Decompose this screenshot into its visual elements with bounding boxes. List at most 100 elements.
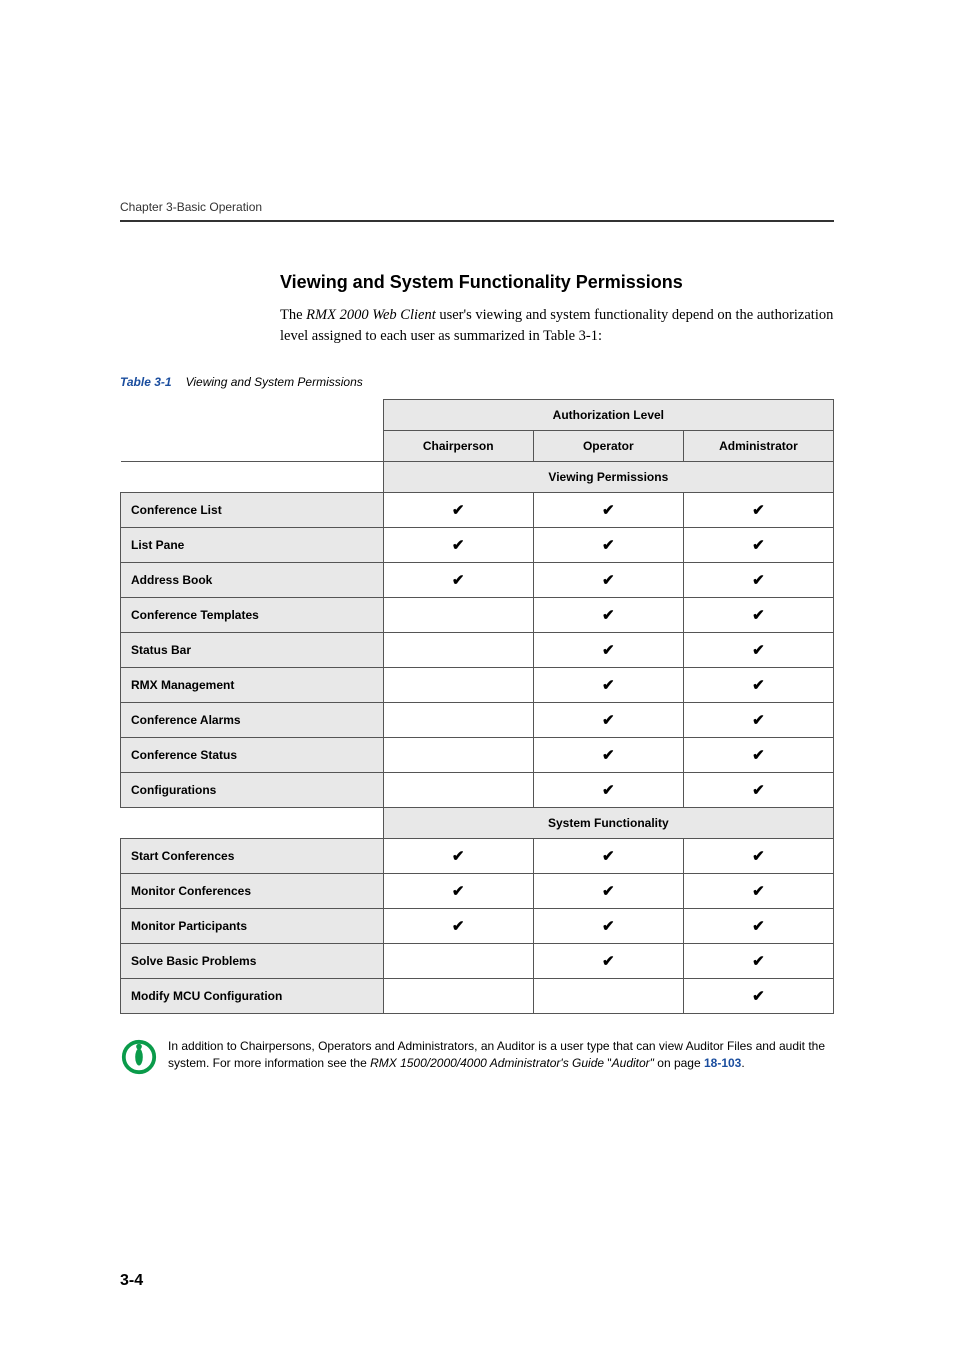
check-cell: ✔ <box>683 528 833 563</box>
note-text: In addition to Chairpersons, Operators a… <box>168 1038 834 1073</box>
check-cell: ✔ <box>533 909 683 944</box>
checkmark-icon: ✔ <box>752 747 765 764</box>
note-link[interactable]: 18-103 <box>704 1056 741 1070</box>
checkmark-icon: ✔ <box>602 572 615 589</box>
check-cell <box>383 773 533 808</box>
table-row: Conference Templates ✔ ✔ <box>121 598 834 633</box>
checkmark-icon: ✔ <box>752 607 765 624</box>
checkmark-icon: ✔ <box>602 502 615 519</box>
row-label: Start Conferences <box>121 839 384 874</box>
check-cell: ✔ <box>683 738 833 773</box>
check-cell: ✔ <box>683 909 833 944</box>
row-label: Monitor Participants <box>121 909 384 944</box>
checkmark-icon: ✔ <box>452 537 465 554</box>
table-caption-label: Table 3-1 <box>120 375 172 389</box>
checkmark-icon: ✔ <box>602 883 615 900</box>
table-row: Conference Status ✔ ✔ <box>121 738 834 773</box>
row-label: Monitor Conferences <box>121 874 384 909</box>
table-col-administrator: Administrator <box>683 431 833 462</box>
check-cell: ✔ <box>383 528 533 563</box>
note-end: . <box>741 1056 744 1070</box>
check-cell: ✔ <box>683 979 833 1014</box>
checkmark-icon: ✔ <box>752 883 765 900</box>
check-cell: ✔ <box>533 493 683 528</box>
table-blank-corner <box>121 400 384 462</box>
checkmark-icon: ✔ <box>752 502 765 519</box>
check-cell: ✔ <box>683 773 833 808</box>
page-number: 3-4 <box>120 1272 143 1290</box>
check-cell: ✔ <box>683 839 833 874</box>
intro-italic: RMX 2000 Web Client <box>306 307 436 323</box>
checkmark-icon: ✔ <box>752 848 765 865</box>
permissions-table: Authorization Level Chairperson Operator… <box>120 399 834 1014</box>
check-cell: ✔ <box>533 528 683 563</box>
check-cell: ✔ <box>683 703 833 738</box>
check-cell: ✔ <box>533 563 683 598</box>
checkmark-icon: ✔ <box>452 918 465 935</box>
check-cell: ✔ <box>383 563 533 598</box>
table-row: Configurations ✔ ✔ <box>121 773 834 808</box>
note-post: on page <box>654 1056 704 1070</box>
table-row: Monitor Conferences ✔ ✔ ✔ <box>121 874 834 909</box>
checkmark-icon: ✔ <box>752 988 765 1005</box>
check-cell: ✔ <box>533 633 683 668</box>
checkmark-icon: ✔ <box>752 953 765 970</box>
row-label: Configurations <box>121 773 384 808</box>
chapter-header: Chapter 3-Basic Operation <box>120 200 834 214</box>
table-caption-text: Viewing and System Permissions <box>186 375 363 389</box>
check-cell: ✔ <box>533 839 683 874</box>
checkmark-icon: ✔ <box>602 607 615 624</box>
check-cell: ✔ <box>533 703 683 738</box>
check-cell <box>383 633 533 668</box>
row-label: Conference Templates <box>121 598 384 633</box>
table-section-system: System Functionality <box>383 808 833 839</box>
check-cell <box>383 598 533 633</box>
intro-paragraph: The RMX 2000 Web Client user's viewing a… <box>280 305 834 347</box>
checkmark-icon: ✔ <box>602 918 615 935</box>
table-row: Start Conferences ✔ ✔ ✔ <box>121 839 834 874</box>
check-cell: ✔ <box>383 839 533 874</box>
checkmark-icon: ✔ <box>752 782 765 799</box>
table-row: List Pane ✔ ✔ ✔ <box>121 528 834 563</box>
check-cell: ✔ <box>533 773 683 808</box>
check-cell: ✔ <box>533 668 683 703</box>
checkmark-icon: ✔ <box>602 953 615 970</box>
checkmark-icon: ✔ <box>752 537 765 554</box>
row-label: Address Book <box>121 563 384 598</box>
checkmark-icon: ✔ <box>602 677 615 694</box>
table-row: Modify MCU Configuration✔ <box>121 979 834 1014</box>
row-label: List Pane <box>121 528 384 563</box>
row-label: Status Bar <box>121 633 384 668</box>
checkmark-icon: ✔ <box>602 747 615 764</box>
info-icon <box>120 1038 160 1081</box>
table-blank-corner-2 <box>121 462 384 493</box>
note-container: In addition to Chairpersons, Operators a… <box>120 1038 834 1081</box>
check-cell: ✔ <box>683 598 833 633</box>
table-row: Conference List✔✔✔ <box>121 493 834 528</box>
checkmark-icon: ✔ <box>602 642 615 659</box>
checkmark-icon: ✔ <box>752 677 765 694</box>
checkmark-icon: ✔ <box>602 537 615 554</box>
checkmark-icon: ✔ <box>452 883 465 900</box>
note-italic-1: RMX 1500/2000/4000 Administrator's Guide <box>370 1056 604 1070</box>
check-cell: ✔ <box>533 874 683 909</box>
check-cell <box>383 703 533 738</box>
row-label: Conference Status <box>121 738 384 773</box>
table-section-viewing: Viewing Permissions <box>383 462 833 493</box>
checkmark-icon: ✔ <box>452 848 465 865</box>
check-cell: ✔ <box>683 874 833 909</box>
check-cell: ✔ <box>533 944 683 979</box>
check-cell <box>383 668 533 703</box>
check-cell: ✔ <box>383 493 533 528</box>
row-label: Conference List <box>121 493 384 528</box>
table-col-chairperson: Chairperson <box>383 431 533 462</box>
check-cell <box>533 979 683 1014</box>
check-cell: ✔ <box>533 598 683 633</box>
check-cell: ✔ <box>533 738 683 773</box>
check-cell: ✔ <box>683 493 833 528</box>
row-label: Conference Alarms <box>121 703 384 738</box>
note-mid: " <box>604 1056 612 1070</box>
check-cell: ✔ <box>383 874 533 909</box>
section-heading: Viewing and System Functionality Permiss… <box>280 272 834 293</box>
table-row: Monitor Participants ✔ ✔ ✔ <box>121 909 834 944</box>
